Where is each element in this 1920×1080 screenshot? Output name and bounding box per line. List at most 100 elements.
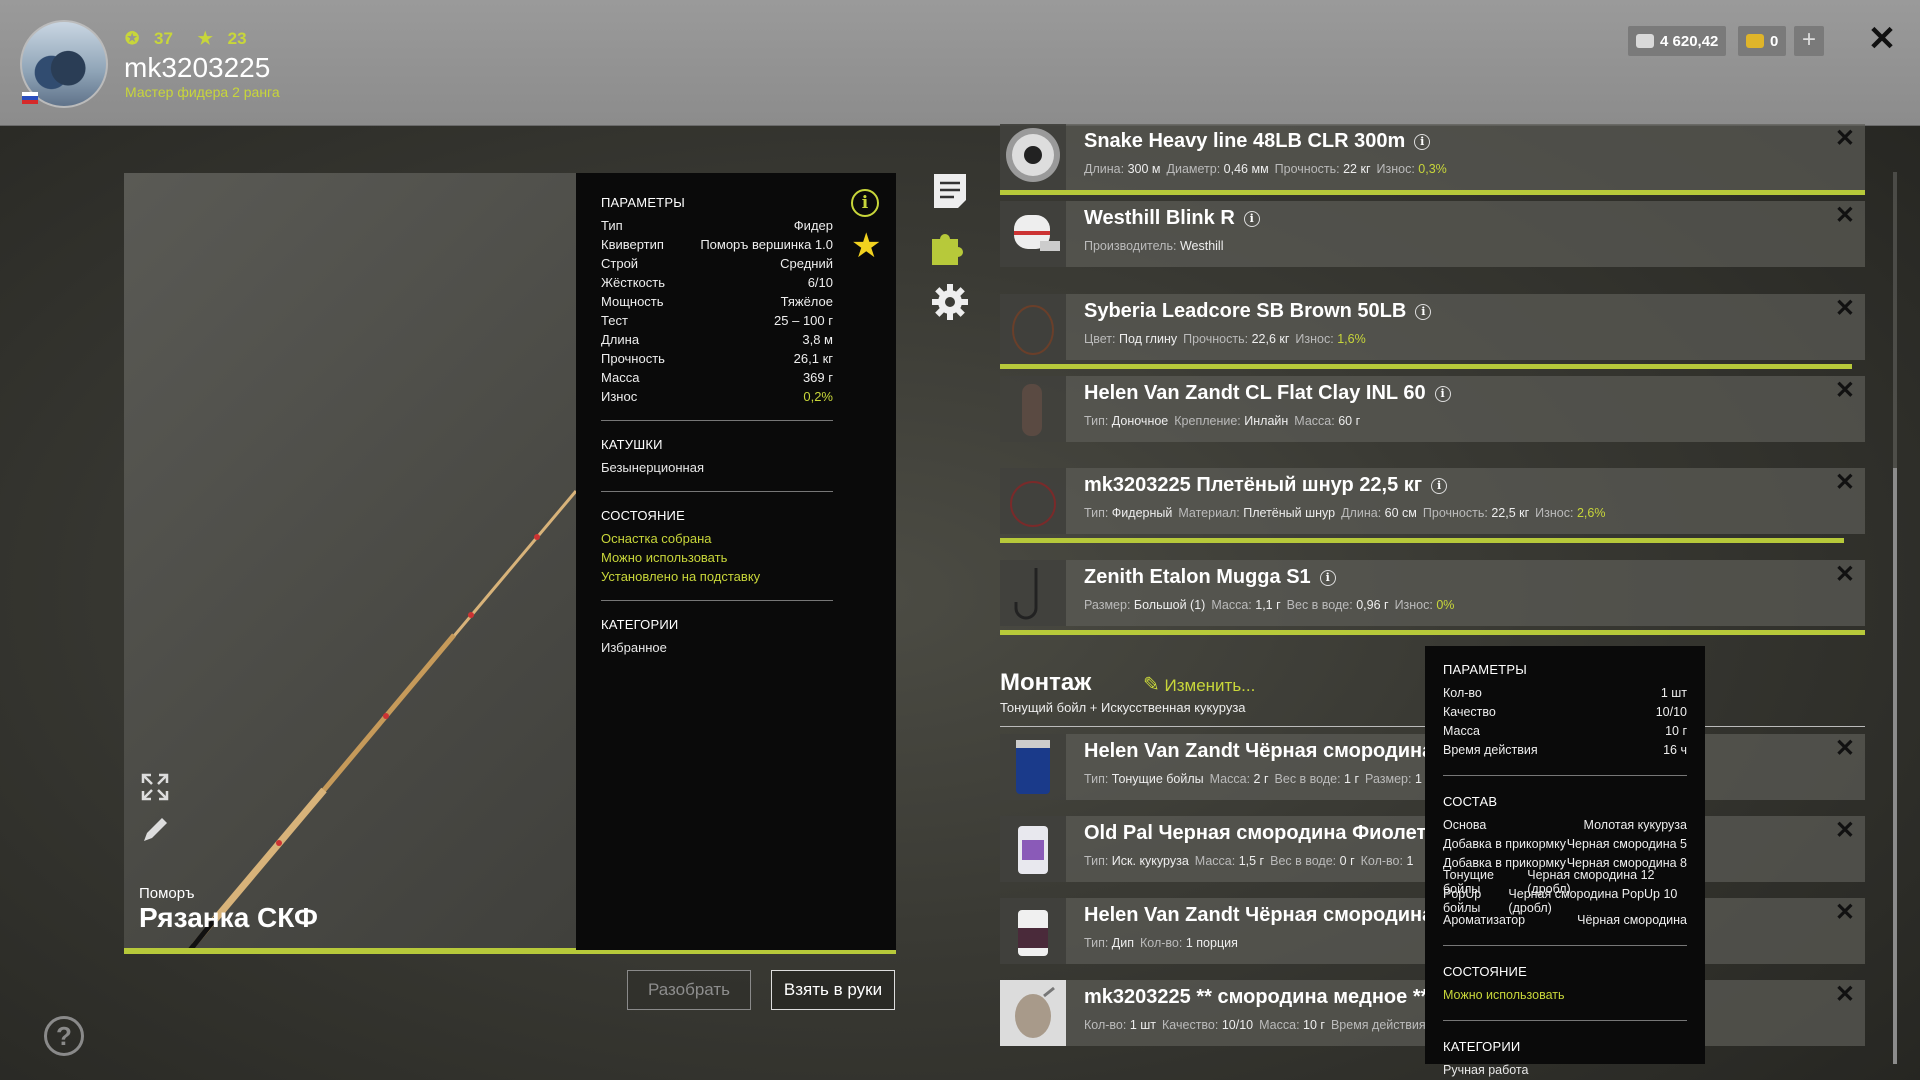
tooltip-key: Основа	[1443, 817, 1487, 832]
param-row: Тип Фидер	[601, 216, 833, 235]
disassemble-button[interactable]: Разобрать	[627, 970, 751, 1010]
tooltip-row: Время действия 16 ч	[1443, 740, 1687, 759]
silver-coin-icon	[1636, 34, 1654, 48]
detail-value: 0%	[1436, 598, 1455, 612]
item-title: mk3203225 ** смородина медное **	[1084, 986, 1428, 1009]
info-icon[interactable]: i	[1434, 386, 1451, 402]
item-title: Syberia Leadcore SB Brown 50LB i	[1084, 300, 1432, 323]
divider	[601, 600, 833, 601]
remove-icon[interactable]: ✕	[1835, 816, 1855, 845]
tackle-item-sinker[interactable]: Helen Van Zandt CL Flat Clay INL 60 i Тип…	[1000, 376, 1865, 442]
tackle-item-leader[interactable]: mk3203225 Плетёный шнур 22,5 кг i Тип: Фи…	[1000, 468, 1865, 534]
gear-icon[interactable]	[930, 282, 968, 320]
detail-value: 60 г	[1338, 414, 1361, 428]
param-value: 369 г	[802, 370, 833, 385]
param-row: Масса 369 г	[601, 368, 833, 387]
remove-icon[interactable]: ✕	[1835, 898, 1855, 927]
divider	[1443, 775, 1687, 776]
tackle-item-reel[interactable]: Westhill Blink R i Производитель: Westhil…	[1000, 201, 1865, 267]
item-title-text: Westhill Blink R	[1084, 207, 1235, 229]
detail-key: Масса:	[1259, 1018, 1300, 1032]
tooltip-key: Время действия	[1443, 742, 1538, 757]
detail-value: Инлайн	[1244, 414, 1289, 428]
detail-value: 2,6%	[1576, 506, 1606, 520]
info-icon[interactable]: i	[1319, 570, 1336, 586]
scrollbar-thumb[interactable]	[1893, 468, 1897, 1064]
tackle-item-line[interactable]: Snake Heavy line 48LB CLR 300m i Длина: 3…	[1000, 124, 1865, 190]
item-title: Snake Heavy line 48LB CLR 300m i	[1084, 130, 1431, 153]
info-icon[interactable]: i	[1415, 304, 1432, 320]
detail-key: Материал:	[1178, 506, 1240, 520]
level-badge: ✪ 37	[125, 29, 183, 48]
detail-key: Кол-во:	[1140, 936, 1183, 950]
tooltip-key: Добавка в прикормку	[1443, 836, 1566, 851]
item-thumbnail	[1000, 124, 1066, 190]
item-title: Helen Van Zandt CL Flat Clay INL 60 i	[1084, 382, 1451, 405]
gold-value: 0	[1770, 32, 1779, 50]
item-details: Тип: Фидерный Материал: Плетёный шнур Длин…	[1084, 506, 1605, 520]
remove-icon[interactable]: ✕	[1835, 560, 1855, 589]
detail-value: 0,96 г	[1356, 598, 1389, 612]
level-icon: ✪	[125, 29, 140, 48]
item-details: Тип: Тонущие бойлы Масса: 2 г Вес в воде: …	[1084, 772, 1428, 786]
edit-icon[interactable]	[140, 815, 170, 845]
detail-key: Прочность:	[1183, 332, 1249, 346]
detail-key: Вес в воде:	[1286, 598, 1353, 612]
detail-key: Тип:	[1084, 772, 1109, 786]
param-row: Износ 0,2%	[601, 387, 833, 406]
detail-value: 22 кг	[1343, 162, 1371, 176]
detail-value: 1	[1414, 772, 1422, 786]
montage-edit-button[interactable]: ✎ Изменить...	[1143, 672, 1255, 697]
item-thumbnail	[1000, 816, 1066, 882]
param-value: 3,8 м	[802, 332, 833, 347]
remove-icon[interactable]: ✕	[1835, 734, 1855, 763]
info-icon[interactable]: i	[1414, 134, 1431, 150]
detail-key: Длина:	[1084, 162, 1125, 176]
detail-value: 10 г	[1303, 1018, 1325, 1032]
info-icon[interactable]: i	[851, 189, 879, 217]
rod-name: Рязанка СКФ	[139, 902, 318, 933]
divider	[601, 420, 833, 421]
param-value: Поморъ вершинка 1.0	[700, 237, 833, 252]
help-icon[interactable]: ?	[44, 1016, 84, 1056]
detail-value: 1 г	[1344, 772, 1360, 786]
expand-icon[interactable]	[140, 772, 170, 802]
montage-edit-label: Изменить...	[1164, 676, 1256, 695]
add-currency-button[interactable]: +	[1794, 26, 1824, 56]
star-icon[interactable]: ★	[851, 229, 881, 263]
tooltip-row: Кол-во 1 шт	[1443, 683, 1687, 702]
puzzle-icon[interactable]	[928, 227, 964, 265]
silver-balance[interactable]: 4 620,42	[1628, 26, 1727, 56]
gold-balance[interactable]: 0	[1738, 26, 1787, 56]
notes-icon[interactable]	[932, 172, 968, 208]
remove-icon[interactable]: ✕	[1835, 201, 1855, 230]
close-icon[interactable]: ✕	[1864, 22, 1900, 58]
remove-icon[interactable]: ✕	[1835, 980, 1855, 1009]
item-thumbnail	[1000, 734, 1066, 800]
russia-flag-icon	[22, 92, 38, 104]
param-key: Квивертип	[601, 237, 664, 252]
info-icon[interactable]: i	[1431, 478, 1448, 494]
item-details: Кол-во: 1 шт Качество: 10/10 Масса: 10 г Вр…	[1084, 1018, 1426, 1032]
take-in-hands-button[interactable]: Взять в руки	[771, 970, 895, 1010]
remove-icon[interactable]: ✕	[1835, 124, 1855, 153]
detail-value: Плетёный шнур	[1243, 506, 1336, 520]
remove-icon[interactable]: ✕	[1835, 376, 1855, 405]
tooltip-state-header: СОСТОЯНИЕ	[1443, 964, 1527, 979]
item-title-text: Zenith Etalon Mugga S1	[1084, 566, 1311, 588]
remove-icon[interactable]: ✕	[1835, 294, 1855, 323]
param-key: Тип	[601, 218, 623, 233]
tackle-item-hook[interactable]: Zenith Etalon Mugga S1 i Размер: Большой …	[1000, 560, 1865, 626]
tackle-item-leadcore[interactable]: Syberia Leadcore SB Brown 50LB i Цвет: По…	[1000, 294, 1865, 360]
wear-bar	[1000, 538, 1844, 543]
tooltip-row: PopUp бойлы Черная смородина PopUp 10 (др…	[1443, 887, 1687, 915]
tooltip-value: Черная смородина PopUp 10 (дробл)	[1508, 886, 1678, 915]
tooltip-key: PopUp бойлы	[1443, 886, 1482, 915]
detail-value: 1,5 г	[1238, 854, 1265, 868]
info-icon[interactable]: i	[1243, 211, 1260, 227]
item-title: Helen Van Zandt Чёрная смородинаi	[1084, 904, 1459, 927]
tooltip-value: 10 г	[1665, 723, 1687, 738]
tooltip-row: Основа Молотая кукуруза	[1443, 815, 1687, 834]
param-value: Средний	[780, 256, 833, 271]
remove-icon[interactable]: ✕	[1835, 468, 1855, 497]
